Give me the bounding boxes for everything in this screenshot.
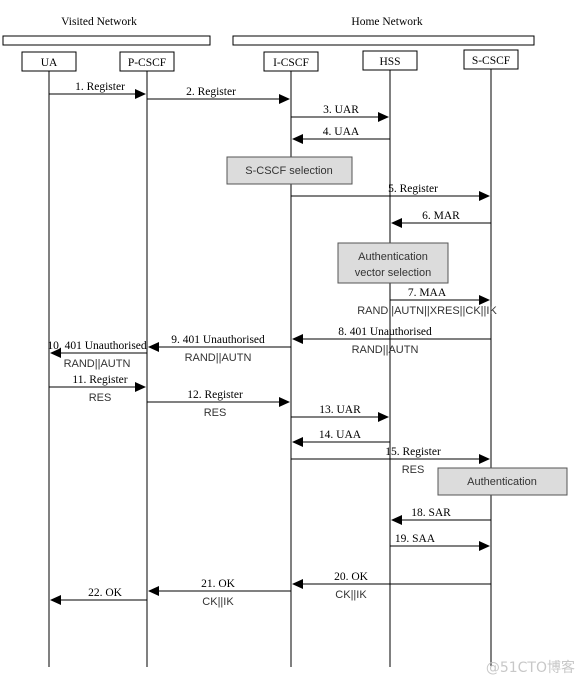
message-11: 11. Register RES <box>49 374 146 404</box>
arrowhead-icon <box>148 342 159 352</box>
auth-vector-label-2: vector selection <box>355 267 431 279</box>
message-label: 6. MAR <box>422 210 460 222</box>
message-1: 1. Register <box>49 81 146 99</box>
message-label: 18. SAR <box>411 507 451 519</box>
message-sublabel: RAND||AUTN <box>64 358 131 370</box>
arrowhead-icon <box>391 515 402 525</box>
arrowhead-icon <box>292 334 303 344</box>
message-14: 14. UAA <box>292 429 390 447</box>
p-cscf-label: P-CSCF <box>128 57 166 69</box>
message-label: 13. UAR <box>319 404 361 416</box>
arrowhead-icon <box>292 579 303 589</box>
message-17: 19. SAA <box>390 533 490 551</box>
message-16: 18. SAR <box>391 507 491 525</box>
message-sublabel: RES <box>204 407 227 419</box>
arrowhead-icon <box>148 586 159 596</box>
message-13: 13. UAR <box>291 404 389 422</box>
auth-vector-label-1: Authentication <box>358 251 428 263</box>
arrowhead-icon <box>391 218 402 228</box>
ua-label: UA <box>41 57 58 69</box>
authentication-label: Authentication <box>467 476 537 488</box>
arrowhead-icon <box>292 134 303 144</box>
message-label: 20. OK <box>334 571 369 583</box>
i-cscf-label: I-CSCF <box>273 57 309 69</box>
message-label: 14. UAA <box>319 429 362 441</box>
arrowhead-icon <box>479 454 490 464</box>
message-8: 8. 401 Unauthorised RAND||AUTN <box>292 326 491 356</box>
visited-network-label: Visited Network <box>61 16 137 28</box>
arrowhead-icon <box>479 541 490 551</box>
arrowhead-icon <box>479 191 490 201</box>
arrowhead-icon <box>279 397 290 407</box>
message-label: 11. Register <box>72 374 127 386</box>
message-3: 3. UAR <box>291 104 389 122</box>
arrowhead-icon <box>378 412 389 422</box>
message-sublabel: RES <box>89 392 112 404</box>
message-label: 3. UAR <box>323 104 359 116</box>
message-sublabel: CK||IK <box>202 596 234 608</box>
arrowhead-icon <box>292 437 303 447</box>
message-label: 8. 401 Unauthorised <box>338 326 432 338</box>
message-label: 4. UAA <box>323 126 360 138</box>
s-cscf-label: S-CSCF <box>472 55 510 67</box>
message-label: 7. MAA <box>408 287 447 299</box>
message-sublabel: RAND||AUTN <box>185 352 252 364</box>
message-label: 21. OK <box>201 578 236 590</box>
arrowhead-icon <box>279 94 290 104</box>
arrowhead-icon <box>50 595 61 605</box>
message-sublabel: RES <box>402 464 425 476</box>
message-2: 2. Register <box>147 86 290 104</box>
message-sublabel: CK||IK <box>335 589 367 601</box>
message-4: 4. UAA <box>292 126 390 144</box>
arrowhead-icon <box>378 112 389 122</box>
message-label: 12. Register <box>187 389 243 401</box>
message-label: 5. Register <box>388 183 438 195</box>
message-9: 9. 401 Unauthorised RAND||AUTN <box>148 334 291 364</box>
message-6: 6. MAR <box>391 210 491 228</box>
sequence-diagram: Visited Network Home Network UA P-CSCF I-C… <box>0 0 584 686</box>
message-12: 12. Register RES <box>147 389 290 419</box>
scscf-selection-label: S-CSCF selection <box>245 165 332 177</box>
message-label: 9. 401 Unauthorised <box>171 334 265 346</box>
message-19: 21. OK CK||IK <box>148 578 291 608</box>
home-network-bar <box>232 35 535 46</box>
arrowhead-icon <box>479 295 490 305</box>
message-label: 15. Register <box>385 446 441 458</box>
message-18: 20. OK CK||IK <box>292 571 491 601</box>
message-sublabel: RAND||AUTN||XRES||CK||IK <box>357 305 497 317</box>
home-network-label: Home Network <box>351 16 422 28</box>
hss-label: HSS <box>379 56 400 68</box>
message-label: 22. OK <box>88 587 123 599</box>
arrowhead-icon <box>135 382 146 392</box>
message-7: 7. MAA RAND||AUTN||XRES||CK||IK <box>357 287 497 317</box>
diagram-canvas: Visited Network Home Network UA P-CSCF I-C… <box>2 16 575 676</box>
arrowhead-icon <box>135 89 146 99</box>
message-20: 22. OK <box>50 587 147 605</box>
message-10: 10. 401 Unauthorised RAND||AUTN <box>47 340 147 370</box>
watermark: @51CTO博客 <box>486 659 575 676</box>
message-label: 10. 401 Unauthorised <box>47 340 147 352</box>
visited-network-bar <box>2 35 211 46</box>
message-sublabel: RAND||AUTN <box>352 344 419 356</box>
message-label: 19. SAA <box>395 533 436 545</box>
message-label: 2. Register <box>186 86 236 98</box>
message-label: 1. Register <box>75 81 125 93</box>
